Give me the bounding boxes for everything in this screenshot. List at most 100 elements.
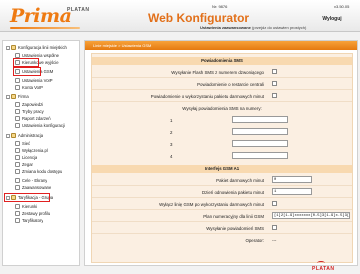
sidebar-item[interactable]: Licencja — [15, 154, 37, 161]
page-icon — [15, 53, 20, 58]
folder-icon — [11, 195, 16, 200]
disable-gsm-row: Wyłącz linię GSM po wykorzystaniu darmow… — [92, 199, 352, 209]
sidebar-item[interactable]: Taryfikatory — [15, 217, 43, 224]
sidebar-item[interactable]: Ustawienia konfiguracji — [15, 122, 65, 129]
sidebar-item-label: Zmiana kodu dostępu — [22, 169, 63, 174]
send-sms-label: Wysyłanie powiadomień SMS — [206, 226, 264, 231]
sidebar-item-label: Sieć — [22, 141, 31, 146]
sidebar-item[interactable]: Zestawy profilu — [15, 210, 50, 217]
row-divider — [92, 197, 352, 198]
dial-plan-input[interactable]: [1]2[1-9]xxxxxxx[0-5]3[1-9]x.5]3[1-5]3xx… — [272, 212, 350, 219]
sidebar-tree: - Konfiguracja linii miejskich Ustawienia … — [2, 40, 80, 266]
operator-row: Operator: --- — [92, 235, 352, 245]
sms-number-row-4: 4 — [92, 151, 352, 161]
sidebar-item[interactable]: Ustawienia GSM — [15, 68, 53, 75]
sidebar-item[interactable]: - Firma — [6, 93, 29, 100]
sidebar-item[interactable]: Konta VoIP — [15, 84, 43, 91]
device-number: Nr: 9876 — [212, 4, 228, 9]
page-icon — [15, 141, 20, 146]
sidebar-item-label: Zaawansowane — [22, 185, 52, 190]
dial-plan-label: Plan numeracyjny dla linii GSM — [203, 214, 264, 219]
sms-number-index: 2 — [170, 130, 173, 135]
footer-logo-mark — [317, 261, 325, 265]
sidebar-item-label: Konta VoIP — [22, 85, 43, 90]
page-icon — [15, 116, 20, 121]
sidebar-item-label: Taryfikacja - Grupa — [18, 195, 54, 200]
sms-number-index: 4 — [170, 154, 173, 159]
sidebar-item-label: Zegar — [22, 162, 33, 167]
folder-icon — [11, 133, 16, 138]
sms-numbers-title: Wysyłaj powiadomienia SMS na numery: — [182, 106, 262, 111]
sidebar-item[interactable]: Zegar — [15, 161, 33, 168]
gsm-section-header: Interfejs GSM A1 — [92, 165, 352, 173]
sidebar-item[interactable]: Tryby pracy — [15, 108, 44, 115]
expand-toggle-icon[interactable]: - — [6, 133, 10, 138]
version-label: v3.50.05 — [334, 4, 350, 9]
sms-number-input-1[interactable] — [232, 116, 288, 123]
sidebar-item[interactable]: Raport zdarzeń — [15, 115, 51, 122]
sms-number-input-3[interactable] — [232, 140, 288, 147]
operator-value: --- — [272, 238, 277, 243]
dial-plan-row: Plan numeracyjny dla linii GSM [1]2[1-9]… — [92, 211, 352, 221]
sms-number-row-3: 3 — [92, 139, 352, 149]
breadcrumb-bar: Linie miejskie > Ustawienia GSM — [85, 41, 357, 50]
advanced-settings-label: Ustawienia zaawansowane — [200, 25, 251, 30]
page-icon — [15, 204, 20, 209]
sidebar-item-label: Ustawienia konfiguracji — [22, 123, 65, 128]
breadcrumb: Linie miejskie > Ustawienia GSM — [93, 43, 152, 48]
sidebar-item[interactable]: Ustawienia wspólne — [15, 52, 59, 59]
sidebar-item[interactable]: Cele - Ekrany — [15, 177, 47, 184]
row-divider — [92, 233, 352, 234]
sidebar-item[interactable]: Kierunkowe wyjście — [15, 59, 59, 66]
sidebar-item[interactable]: Ustawienia VoIP — [15, 77, 53, 84]
sms-flash-checkbox[interactable] — [272, 69, 277, 74]
sidebar-item[interactable]: - Konfiguracja linii miejskich — [6, 44, 67, 51]
main-content: Linie miejskie > Ustawienia GSM Powiadom… — [84, 40, 358, 266]
send-sms-checkbox[interactable] — [272, 225, 277, 230]
sidebar-item[interactable]: - Taryfikacja - Grupa — [6, 194, 53, 201]
sms-number-index: 3 — [170, 142, 173, 147]
logout-button[interactable]: Wyloguj — [310, 14, 354, 24]
sms-flash-row: Wysyłanie Flash SMS z numerem dzwoniąceg… — [92, 67, 352, 77]
expand-toggle-icon[interactable]: - — [6, 45, 10, 50]
renewal-day-label: Dzień odnowienia pakietu minut — [202, 190, 264, 195]
logo-swoosh — [10, 27, 80, 29]
logo-brand: PLATAN — [67, 7, 90, 13]
sms-restart-checkbox[interactable] — [272, 81, 277, 86]
sms-number-input-4[interactable] — [232, 152, 288, 159]
expand-toggle-icon[interactable]: - — [6, 195, 10, 200]
page-icon — [15, 85, 20, 90]
sidebar-item[interactable]: Wyłączenia.pl — [15, 147, 48, 154]
sidebar-item[interactable]: Kierunki — [15, 203, 37, 210]
app-title: Web Konfigurator — [148, 11, 250, 25]
free-minutes-input[interactable]: 0 — [272, 176, 312, 183]
renewal-day-input[interactable]: 1 — [272, 188, 312, 195]
sidebar-item[interactable]: - Administracja — [6, 132, 43, 139]
disable-gsm-checkbox[interactable] — [272, 201, 277, 206]
sidebar-item-label: Konfiguracja linii miejskich — [18, 45, 67, 50]
sidebar-item-label: Cele - Ekrany — [22, 178, 48, 183]
page-icon — [15, 123, 20, 128]
page-icon — [15, 78, 20, 83]
page-icon — [15, 218, 20, 223]
sms-number-input-2[interactable] — [232, 128, 288, 135]
sidebar-item[interactable]: Zmiana kodu dostępu — [15, 168, 62, 175]
expand-toggle-icon[interactable]: - — [6, 94, 10, 99]
footer-brand: PLATAN — [312, 266, 335, 272]
sms-numbers-title-row: Wysyłaj powiadomienia SMS na numery: — [92, 103, 352, 113]
sidebar-item[interactable]: Sieć — [15, 140, 30, 147]
free-minutes-label: Pakiet darmowych minut — [216, 178, 264, 183]
sidebar-item-label: Wyłączenia.pl — [22, 148, 48, 153]
sms-number-index: 1 — [170, 118, 173, 123]
sidebar-item-label: Administracja — [18, 133, 44, 138]
folder-icon — [11, 94, 16, 99]
sidebar-item-label: Ustawienia wspólne — [22, 53, 60, 58]
sms-minutes-checkbox[interactable] — [272, 93, 277, 98]
row-divider — [92, 77, 352, 78]
sidebar-item[interactable]: Zaawansowane — [15, 184, 51, 191]
page-icon — [15, 148, 20, 153]
simple-settings-link[interactable]: (przejdz do ustawien prostych) — [251, 25, 306, 30]
sidebar-item[interactable]: Zapowiedzi — [15, 101, 43, 108]
sms-number-row-2: 2 — [92, 127, 352, 137]
sidebar-item-label: Licencja — [22, 155, 38, 160]
